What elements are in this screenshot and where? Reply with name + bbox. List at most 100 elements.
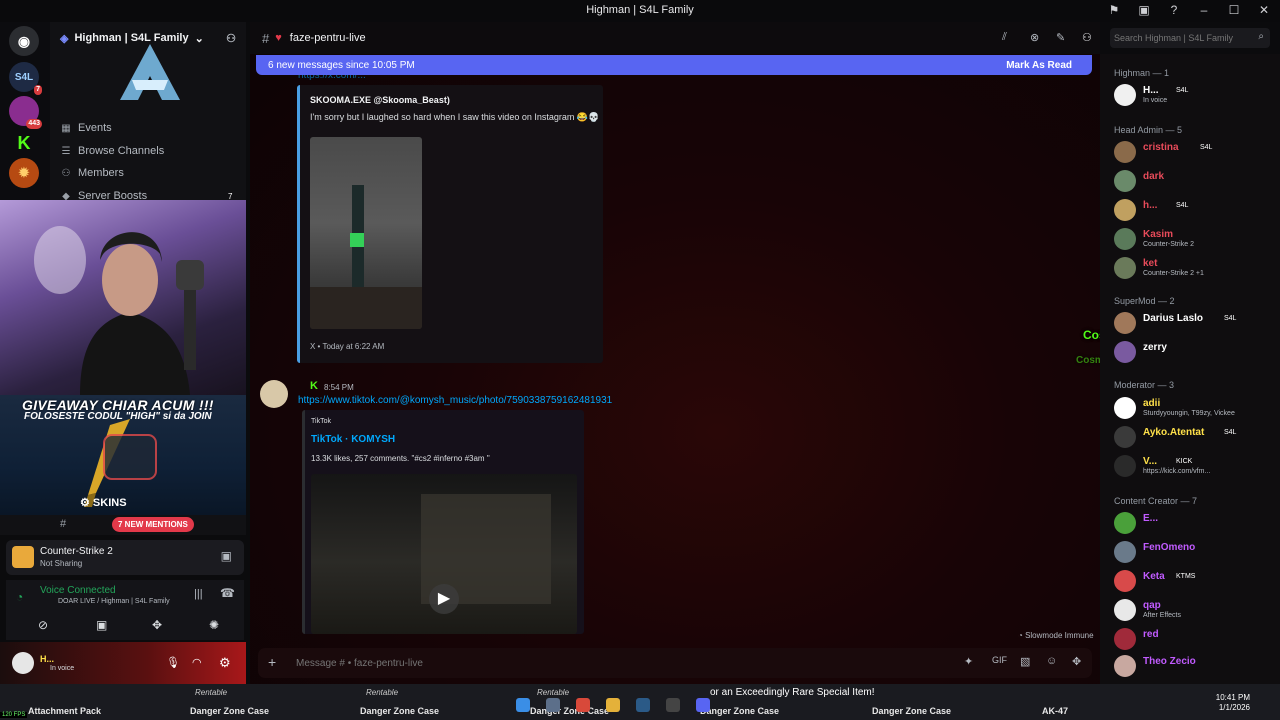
discord-app: Highman | S4L Family ⚑ ▣ ? – ☐ ✕ ◉ S4L 7 … — [0, 0, 1280, 720]
member-item[interactable]: Theo Zecio — [1114, 655, 1274, 681]
member-group-header: Highman — 1 — [1114, 68, 1170, 78]
member-avatar — [1114, 599, 1136, 621]
folder-icon[interactable] — [606, 698, 620, 712]
server-icon-s4l[interactable]: S4L 7 — [9, 62, 42, 95]
market-item[interactable]: Danger Zone Case — [190, 706, 269, 716]
member-item[interactable]: zerry — [1114, 341, 1274, 367]
market-item[interactable]: Danger Zone Case — [872, 706, 951, 716]
search-icon: ⌕ — [1258, 31, 1264, 42]
add-attachment-icon[interactable]: + — [268, 654, 276, 670]
member-item[interactable]: dark — [1114, 170, 1274, 196]
channel-header: # ♥ faze-pentru-live ⫽ ⊗ ✎ ⚇ — [250, 22, 1100, 54]
member-item[interactable]: E... — [1114, 512, 1274, 538]
member-item[interactable]: qap After Effects — [1114, 599, 1274, 625]
threads-icon[interactable]: ⫽ — [1002, 31, 1007, 44]
soundboard-icon[interactable]: ✺ — [209, 618, 219, 632]
market-item[interactable]: AK-47 — [1042, 706, 1068, 716]
add-member-icon[interactable]: ⚇ — [226, 32, 236, 45]
member-item[interactable]: h... S4L — [1114, 199, 1274, 225]
voice-channel[interactable]: DOAR LIVE / Highman | S4L Family — [58, 598, 170, 605]
discord-taskbar-icon[interactable] — [696, 698, 710, 712]
member-item[interactable]: FenOmeno — [1114, 541, 1274, 567]
member-item[interactable]: Kasim Counter-Strike 2 — [1114, 228, 1274, 254]
pin-icon[interactable]: ✎ — [1056, 31, 1065, 44]
member-avatar — [1114, 397, 1136, 419]
member-group-header: SuperMod — 2 — [1114, 296, 1175, 306]
new-mentions-pill[interactable]: 7 NEW MENTIONS — [112, 517, 194, 532]
signal-icon: ◔ — [16, 590, 24, 604]
message-input[interactable] — [296, 656, 896, 670]
member-name: cristina — [1143, 142, 1179, 153]
avatar[interactable] — [12, 652, 34, 674]
notification-mute-icon[interactable]: ⊗ — [1030, 31, 1039, 44]
member-item[interactable]: Keta KTMS — [1114, 570, 1274, 596]
user-name: H... — [40, 654, 55, 664]
member-item[interactable]: Ayko.Atentat S4L — [1114, 426, 1274, 452]
gift-icon[interactable]: ✦ — [964, 655, 973, 668]
taskbar-app-icon[interactable] — [666, 698, 680, 712]
maximize-icon[interactable]: ☐ — [1226, 3, 1242, 17]
search-input[interactable] — [1114, 31, 1250, 45]
message-link[interactable]: https://www.tiktok.com/@komysh_music/pho… — [298, 395, 612, 406]
video-off-icon[interactable]: ⊘ — [38, 618, 48, 632]
apps-icon[interactable]: ✥ — [1072, 655, 1081, 668]
play-icon[interactable]: ▶ — [429, 584, 459, 614]
member-item[interactable]: ket Counter-Strike 2 +1 — [1114, 257, 1274, 283]
windows-start-icon[interactable] — [516, 698, 530, 712]
server-icon-pink[interactable]: 443 — [9, 96, 42, 129]
embed-photo[interactable]: ▶ — [311, 474, 577, 634]
screen-share-button-icon[interactable]: ▣ — [96, 618, 107, 632]
member-avatar — [1114, 170, 1136, 192]
market-item[interactable]: Attachment Pack — [28, 706, 101, 716]
close-icon[interactable]: ✕ — [1256, 3, 1272, 17]
sticker-icon[interactable]: ▧ — [1020, 655, 1030, 668]
server-icon-kick[interactable]: K — [9, 128, 39, 158]
help-icon[interactable]: ? — [1166, 3, 1182, 17]
member-avatar — [1114, 257, 1136, 279]
stream-icon[interactable]: ▣ — [221, 549, 232, 563]
disconnect-icon[interactable]: ☎ — [220, 586, 235, 600]
mark-as-read-button[interactable]: Mark As Read — [1006, 60, 1072, 71]
server-icon-orange[interactable]: ✹ — [9, 158, 39, 188]
microphone-icon[interactable]: 🎙 — [166, 656, 180, 669]
headphones-icon[interactable]: ◠ — [192, 656, 202, 669]
screen-share-icon[interactable]: ▣ — [1136, 3, 1152, 17]
discord-logo-icon: ◉ — [17, 32, 31, 49]
member-item[interactable]: V... KICK https://kick.com/vfm... — [1114, 455, 1274, 481]
sidebar-item-members[interactable]: ⚇ Members — [60, 167, 124, 179]
market-item[interactable]: Danger Zone Case — [530, 706, 609, 716]
search-box[interactable]: ⌕ — [1110, 28, 1270, 48]
channel-sidebar: ◈ Highman | S4L Family ⌄ ⚇ ▦ Events ☰ Brow… — [50, 22, 246, 202]
inbox-icon[interactable]: ⚑ — [1106, 3, 1122, 17]
noise-suppression-icon[interactable]: ||| — [194, 588, 203, 600]
sidebar-item-browse-channels[interactable]: ☰ Browse Channels — [60, 145, 165, 157]
member-status: After Effects — [1143, 612, 1181, 619]
slowmode-indicator: ◔ Slowmode Immune — [1018, 631, 1094, 640]
gif-icon[interactable]: GIF — [992, 655, 1007, 665]
emoji-icon[interactable]: ☺ — [1046, 655, 1057, 667]
embed-title[interactable]: TikTok · KOMYSH — [311, 434, 395, 445]
market-item[interactable]: Danger Zone Case — [700, 706, 779, 716]
message-avatar[interactable] — [260, 380, 288, 408]
steam-icon[interactable] — [636, 698, 650, 712]
market-item[interactable]: Danger Zone Case — [360, 706, 439, 716]
activity-panel[interactable]: Counter-Strike 2 Not Sharing ▣ — [6, 540, 244, 575]
new-messages-bar[interactable]: 6 new messages since 10:05 PM Mark As Re… — [256, 55, 1092, 75]
member-list-icon[interactable]: ⚇ — [1082, 31, 1092, 44]
member-item[interactable]: cristina S4L — [1114, 141, 1274, 167]
minimize-icon[interactable]: – — [1196, 3, 1212, 17]
member-name: H... — [1143, 85, 1159, 96]
direct-messages-button[interactable]: ◉ — [9, 26, 39, 56]
taskbar-app-icon[interactable] — [546, 698, 560, 712]
member-item[interactable]: H... S4L In voice — [1114, 84, 1274, 110]
embed-description: 13.3K likes, 257 comments. "#cs2 #infern… — [311, 454, 490, 463]
taskbar-app-icon[interactable] — [576, 698, 590, 712]
activities-icon[interactable]: ✥ — [152, 618, 162, 632]
member-avatar — [1114, 455, 1136, 477]
settings-gear-icon[interactable]: ⚙ — [219, 655, 231, 671]
member-item[interactable]: Darius Laslo S4L — [1114, 312, 1274, 338]
member-item[interactable]: red — [1114, 628, 1274, 654]
embed-video-thumbnail[interactable] — [310, 137, 422, 329]
sidebar-item-events[interactable]: ▦ Events — [60, 122, 111, 134]
member-item[interactable]: adii Sturdyyoungin, T99zy, Vickee — [1114, 397, 1274, 423]
